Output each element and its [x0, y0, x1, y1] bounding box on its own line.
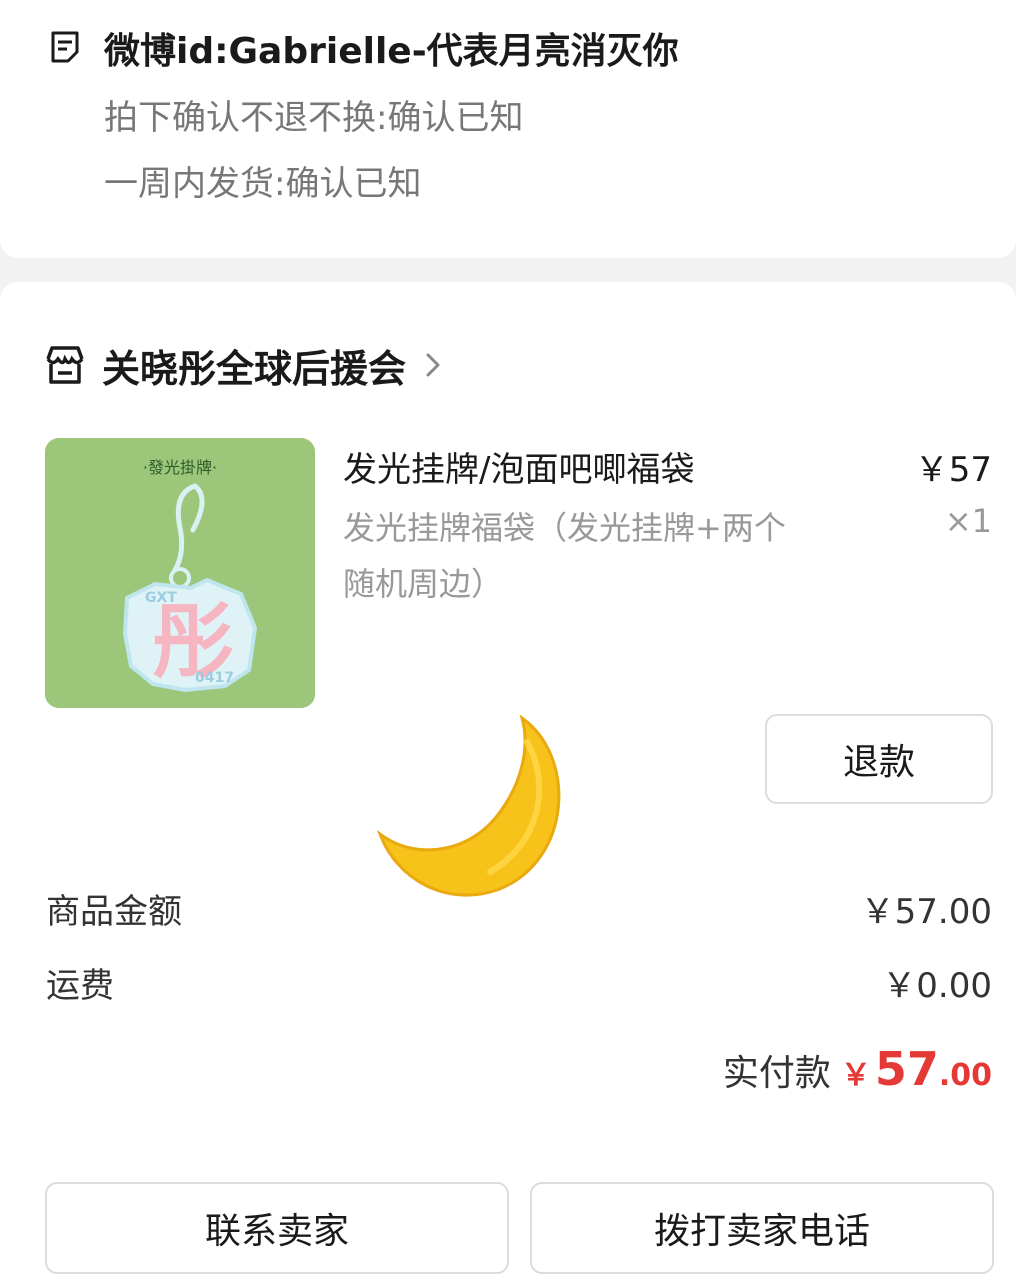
- product-image-art: ·發光掛牌· 彤 GXT 0417: [45, 438, 315, 708]
- note-line: 拍下确认不退不换:确认已知: [104, 98, 524, 138]
- product-image[interactable]: ·發光掛牌· 彤 GXT 0417: [45, 438, 315, 708]
- paid-label: 实付款: [722, 1053, 831, 1094]
- refund-button[interactable]: 退款: [765, 714, 993, 804]
- shipping-value: ￥0.00: [882, 966, 992, 1006]
- paid-currency: ￥: [840, 1058, 871, 1093]
- shipping-label: 运费: [46, 966, 114, 1006]
- contact-seller-button[interactable]: 联系卖家: [45, 1182, 509, 1274]
- paid-integer: 57: [874, 1042, 939, 1096]
- goods-amount-value: ￥57.00: [860, 892, 992, 932]
- product-price: ￥57: [914, 450, 992, 490]
- product-name[interactable]: 发光挂牌/泡面吧唧福袋: [343, 442, 694, 491]
- order-note-card: 微博id:Gabrielle-代表月亮消灭你 拍下确认不退不换:确认已知 一周内…: [0, 0, 1016, 258]
- image-tag-left: GXT: [145, 590, 177, 606]
- image-tag-right: 0417: [195, 670, 234, 686]
- chevron-right-icon: [426, 353, 440, 377]
- note-line: 一周内发货:确认已知: [104, 164, 422, 204]
- call-seller-button[interactable]: 拨打卖家电话: [530, 1182, 994, 1274]
- shop-link[interactable]: 关晓彤全球后援会: [44, 340, 442, 391]
- product-spec: 发光挂牌福袋（发光挂牌+两个随机周边）: [343, 509, 786, 603]
- shop-name: 关晓彤全球后援会: [102, 346, 407, 391]
- note-icon: [51, 31, 79, 63]
- paid-amount: 实付款 ￥ 57 .00: [723, 1042, 992, 1096]
- paid-decimal: .00: [938, 1058, 992, 1093]
- product-quantity: ×1: [944, 502, 992, 540]
- goods-amount-label: 商品金额: [46, 892, 182, 932]
- store-icon: [46, 346, 84, 384]
- note-title: 微博id:Gabrielle-代表月亮消灭你: [104, 31, 679, 72]
- moon-icon: [376, 714, 561, 897]
- image-caption: ·發光掛牌·: [143, 458, 217, 477]
